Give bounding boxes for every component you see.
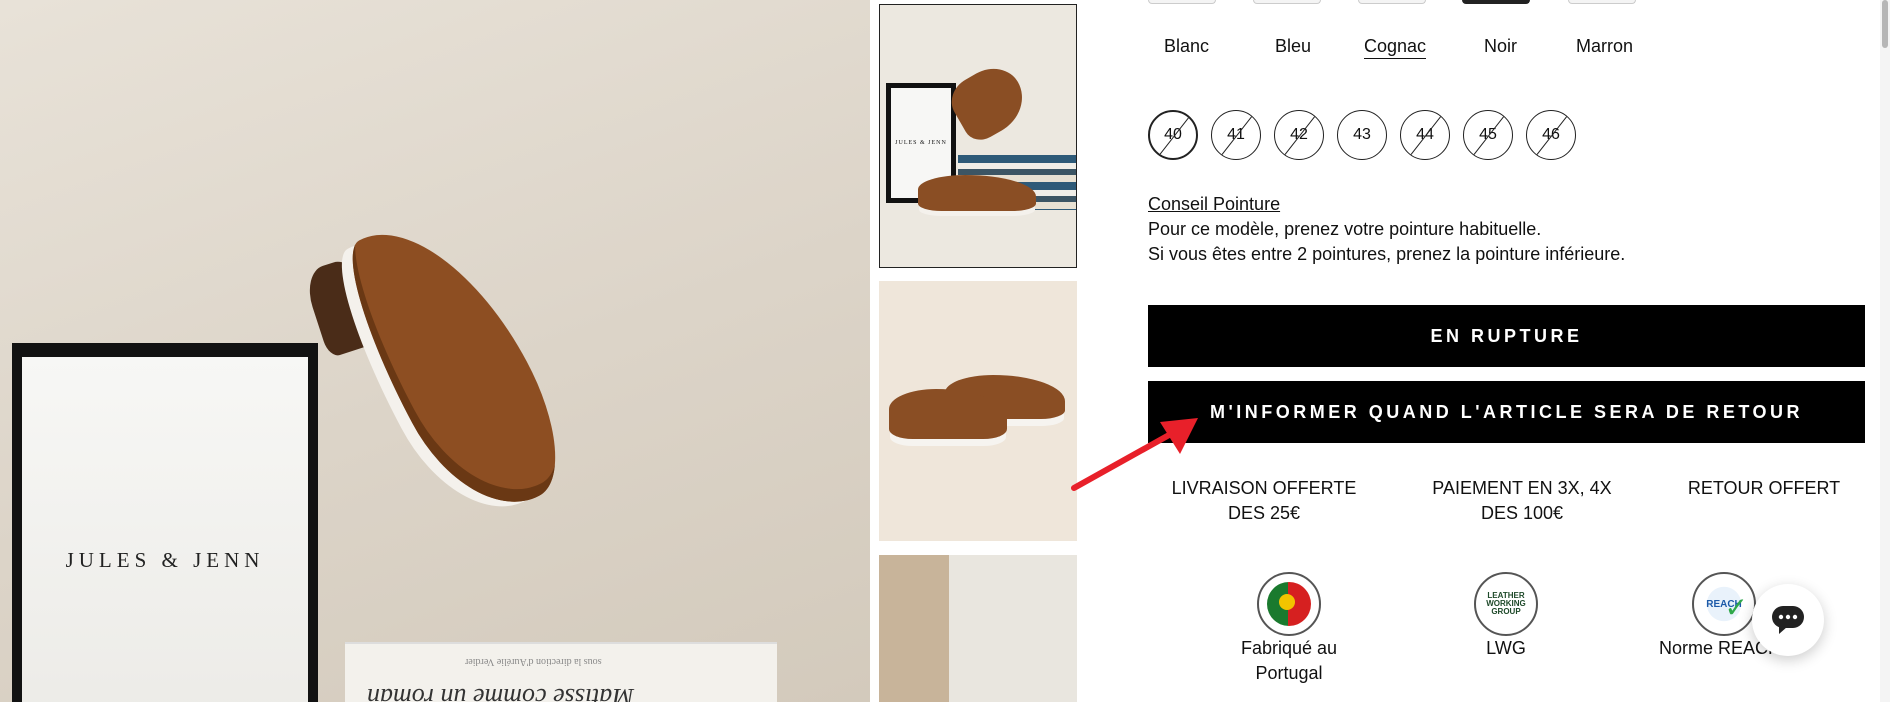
out-of-stock-button[interactable]: EN RUPTURE — [1148, 305, 1865, 367]
page-scrollbar[interactable] — [1880, 0, 1890, 702]
swatch-cognac[interactable] — [1358, 0, 1426, 4]
size-option-40[interactable]: 40 — [1148, 110, 1198, 160]
check-icon: ✓ — [1724, 592, 1748, 623]
sizing-advice-link[interactable]: Conseil Pointure — [1148, 192, 1625, 217]
color-option-noir[interactable]: Noir — [1484, 36, 1517, 57]
perk-payment-line-1: PAIEMENT EN 3X, 4X — [1432, 478, 1612, 498]
shoe-box: JULES & JENN — [12, 343, 318, 702]
badge-portugal-line-2: Portugal — [1255, 663, 1323, 683]
color-option-cognac[interactable]: Cognac — [1364, 36, 1427, 59]
size-option-42[interactable]: 42 — [1274, 110, 1324, 160]
lwg-logo-text: LEATHER WORKING GROUP — [1486, 591, 1526, 616]
perk-payment-line-2: DES 100€ — [1480, 503, 1564, 523]
size-option-41[interactable]: 41 — [1211, 110, 1261, 160]
size-selector: 40 41 42 43 44 45 46 — [1148, 110, 1576, 160]
badge-label-lwg: LWG — [1486, 638, 1526, 658]
swatch-noir[interactable] — [1462, 0, 1530, 4]
lwg-badge-icon: LEATHER WORKING GROUP — [1474, 572, 1538, 636]
badge-label-portugal: Fabriqué au Portugal — [1189, 636, 1389, 686]
badge-portugal-line-1: Fabriqué au — [1240, 638, 1338, 658]
thumbnail-1[interactable]: JULES & JENN — [879, 4, 1077, 268]
book-title: Matisse comme un roman — [367, 683, 634, 702]
size-option-45[interactable]: 45 — [1463, 110, 1513, 160]
thumb-pants — [879, 555, 949, 702]
perk-payment: PAIEMENT EN 3X, 4X DES 100€ — [1402, 476, 1642, 526]
color-option-marron[interactable]: Marron — [1576, 36, 1633, 57]
perk-delivery-line-1: LIVRAISON OFFERTE — [1171, 478, 1357, 498]
thumb-shoe-top — [943, 57, 1035, 147]
color-selector: Blanc Bleu Cognac Noir Marron — [1148, 0, 1668, 60]
size-option-46[interactable]: 46 — [1526, 110, 1576, 160]
perk-returns: RETOUR OFFERT — [1644, 476, 1884, 501]
sizing-advice: Conseil Pointure Pour ce modèle, prenez … — [1148, 192, 1625, 267]
size-option-44[interactable]: 44 — [1400, 110, 1450, 160]
chat-bubble-icon — [1772, 606, 1804, 634]
chat-launcher-button[interactable] — [1752, 584, 1824, 656]
cognac-sneaker — [324, 197, 586, 533]
reach-badge-icon: REACH ✓ — [1692, 572, 1756, 636]
swatch-bleu[interactable] — [1253, 0, 1321, 4]
book-subtitle: sous la direction d'Aurélie Verdier — [465, 656, 602, 667]
swatch-marron[interactable] — [1568, 0, 1636, 4]
sizing-advice-line-1: Pour ce modèle, prenez votre pointure ha… — [1148, 219, 1542, 239]
thumbnail-3[interactable] — [879, 555, 1077, 702]
thumbnail-2[interactable] — [879, 281, 1077, 541]
book: sous la direction d'Aurélie Verdier Mati… — [345, 642, 777, 702]
color-option-blanc[interactable]: Blanc — [1164, 36, 1209, 57]
swatch-blanc[interactable] — [1148, 0, 1216, 4]
perk-delivery-line-2: DES 25€ — [1227, 503, 1301, 523]
main-product-image[interactable]: JULES & JENN sous la direction d'Aurélie… — [0, 0, 870, 702]
perk-returns-line-1: RETOUR OFFERT — [1687, 478, 1841, 498]
color-option-bleu[interactable]: Bleu — [1275, 36, 1311, 57]
sizing-advice-line-2: Si vous êtes entre 2 pointures, prenez l… — [1148, 244, 1626, 264]
box-brand-logo: JULES & JENN — [65, 547, 265, 572]
scrollbar-thumb[interactable] — [1882, 0, 1888, 48]
notify-back-in-stock-button[interactable]: M'INFORMER QUAND L'ARTICLE SERA DE RETOU… — [1148, 381, 1865, 443]
portugal-badge-icon — [1257, 572, 1321, 636]
size-option-43[interactable]: 43 — [1337, 110, 1387, 160]
perk-delivery: LIVRAISON OFFERTE DES 25€ — [1144, 476, 1384, 526]
